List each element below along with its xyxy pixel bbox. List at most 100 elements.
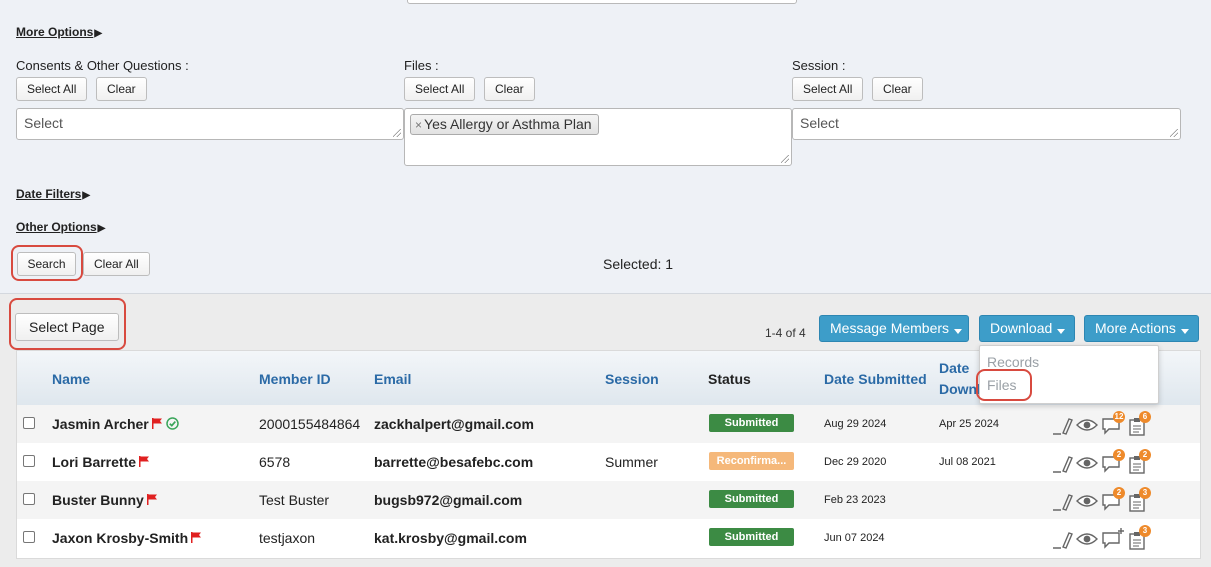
files-label: Files : [404,58,439,73]
member-id: Test Buster [259,492,330,508]
files-chip-label: Yes Allergy or Asthma Plan [424,116,592,132]
header-email[interactable]: Email [374,371,411,387]
session-select[interactable]: Select [792,108,1181,140]
files-select[interactable]: × Yes Allergy or Asthma Plan [404,108,792,166]
member-name[interactable]: Jasmin Archer [52,416,179,432]
header-member-id[interactable]: Member ID [259,371,331,387]
view-eye-icon[interactable] [1076,456,1098,470]
session-select-all-button[interactable]: Select All [792,77,864,101]
date-downloaded: Jul 08 2021 [939,456,996,468]
status-badge: Submitted [709,414,794,432]
download-records-item[interactable]: Records [987,354,1039,370]
triangle-right-icon: ▶ [82,190,91,201]
date-filters-toggle[interactable]: Date Filters▶ [16,187,90,201]
status-badge: Submitted [709,528,794,546]
files-select-all-button[interactable]: Select All [404,77,476,101]
consents-select[interactable]: Select [16,108,404,140]
session-select-placeholder: Select [800,115,839,131]
message-members-label: Message Members [830,320,950,336]
header-session[interactable]: Session [605,371,659,387]
triangle-right-icon: ▶ [94,28,103,39]
chevron-down-icon [1057,329,1066,334]
row-checkbox[interactable] [23,531,35,543]
member-name-text: Jaxon Krosby-Smith [52,530,189,546]
session-label: Session : [792,58,846,73]
edit-pencil-icon[interactable] [1053,531,1073,549]
files-selected-chip[interactable]: × Yes Allergy or Asthma Plan [410,114,599,135]
date-submitted: Dec 29 2020 [824,456,887,468]
document-count-badge: 6 [1139,411,1151,423]
date-submitted: Feb 23 2023 [824,494,886,506]
other-options-toggle[interactable]: Other Options▶ [16,220,105,234]
triangle-right-icon: ▶ [97,223,106,234]
edit-pencil-icon[interactable] [1053,455,1073,473]
flag-icon [139,456,150,467]
header-date-downloaded-line1[interactable]: Date [939,360,969,376]
clear-all-button[interactable]: Clear All [83,252,150,276]
table-row[interactable]: Lori Barrette 6578 barrette@besafebc.com… [17,443,1200,481]
resize-handle-icon[interactable] [781,155,789,163]
download-label: Download [990,320,1053,336]
view-eye-icon[interactable] [1076,418,1098,432]
notes-textarea[interactable] [407,0,797,4]
consents-select-all-button[interactable]: Select All [16,77,88,101]
add-comment-icon[interactable] [1101,527,1125,549]
flag-icon [146,494,157,505]
table-row[interactable]: Jaxon Krosby-Smith testjaxon kat.krosby@… [17,519,1200,557]
member-name-text: Jasmin Archer [52,416,149,432]
member-id: 6578 [259,454,291,470]
member-name-text: Lori Barrette [52,454,137,470]
table-row[interactable]: Jasmin Archer 2000155484864 zackhalpert@… [17,405,1200,443]
files-highlight-ring [976,369,1032,401]
document-count-badge: 2 [1139,449,1151,461]
document-count-badge: 3 [1139,487,1151,499]
flag-icon [151,418,162,429]
message-members-button[interactable]: Message Members [819,315,969,342]
edit-pencil-icon[interactable] [1053,493,1073,511]
view-eye-icon[interactable] [1076,532,1098,546]
document-count-badge: 3 [1139,525,1151,537]
other-options-label: Other Options [16,220,97,234]
session-clear-button[interactable]: Clear [872,77,923,101]
date-downloaded: Apr 25 2024 [939,418,999,430]
member-email: barrette@besafebc.com [374,454,534,470]
member-name-text: Buster Bunny [52,492,144,508]
remove-chip-icon[interactable]: × [415,118,422,132]
table-row[interactable]: Buster Bunny Test Buster bugsb972@gmail.… [17,481,1200,519]
chevron-down-icon [1180,329,1189,334]
comment-count-badge: 2 [1113,449,1125,461]
member-email: zackhalpert@gmail.com [374,416,534,432]
more-actions-button[interactable]: More Actions [1084,315,1199,342]
status-badge: Submitted [709,490,794,508]
resize-handle-icon[interactable] [1170,129,1178,137]
download-button[interactable]: Download [979,315,1075,342]
consents-clear-button[interactable]: Clear [96,77,147,101]
header-date-downloaded-line2[interactable]: Downl [939,381,981,397]
select-page-highlight-ring [9,298,126,350]
member-id: testjaxon [259,530,316,546]
row-checkbox[interactable] [23,493,35,505]
date-submitted: Aug 29 2024 [824,418,887,430]
files-clear-button[interactable]: Clear [484,77,535,101]
edit-pencil-icon[interactable] [1053,417,1073,435]
header-name[interactable]: Name [52,371,90,387]
member-id: 2000155484864 [259,416,361,432]
member-name[interactable]: Lori Barrette [52,454,150,470]
flag-icon [191,532,202,543]
comment-count-badge: 2 [1113,487,1125,499]
member-session: Summer [605,454,658,470]
header-date-submitted[interactable]: Date Submitted [824,371,927,387]
header-status: Status [708,371,751,387]
member-name[interactable]: Jaxon Krosby-Smith [52,530,202,546]
resize-handle-icon[interactable] [393,129,401,137]
comment-count-badge: 12 [1113,411,1125,423]
member-email: bugsb972@gmail.com [374,492,523,508]
pagination-count: 1-4 of 4 [765,326,806,340]
more-options-label: More Options [16,25,94,39]
consents-label: Consents & Other Questions : [16,58,189,73]
view-eye-icon[interactable] [1076,494,1098,508]
row-checkbox[interactable] [23,417,35,429]
member-name[interactable]: Buster Bunny [52,492,158,508]
row-checkbox[interactable] [23,455,35,467]
more-options-toggle[interactable]: More Options▶ [16,25,102,39]
